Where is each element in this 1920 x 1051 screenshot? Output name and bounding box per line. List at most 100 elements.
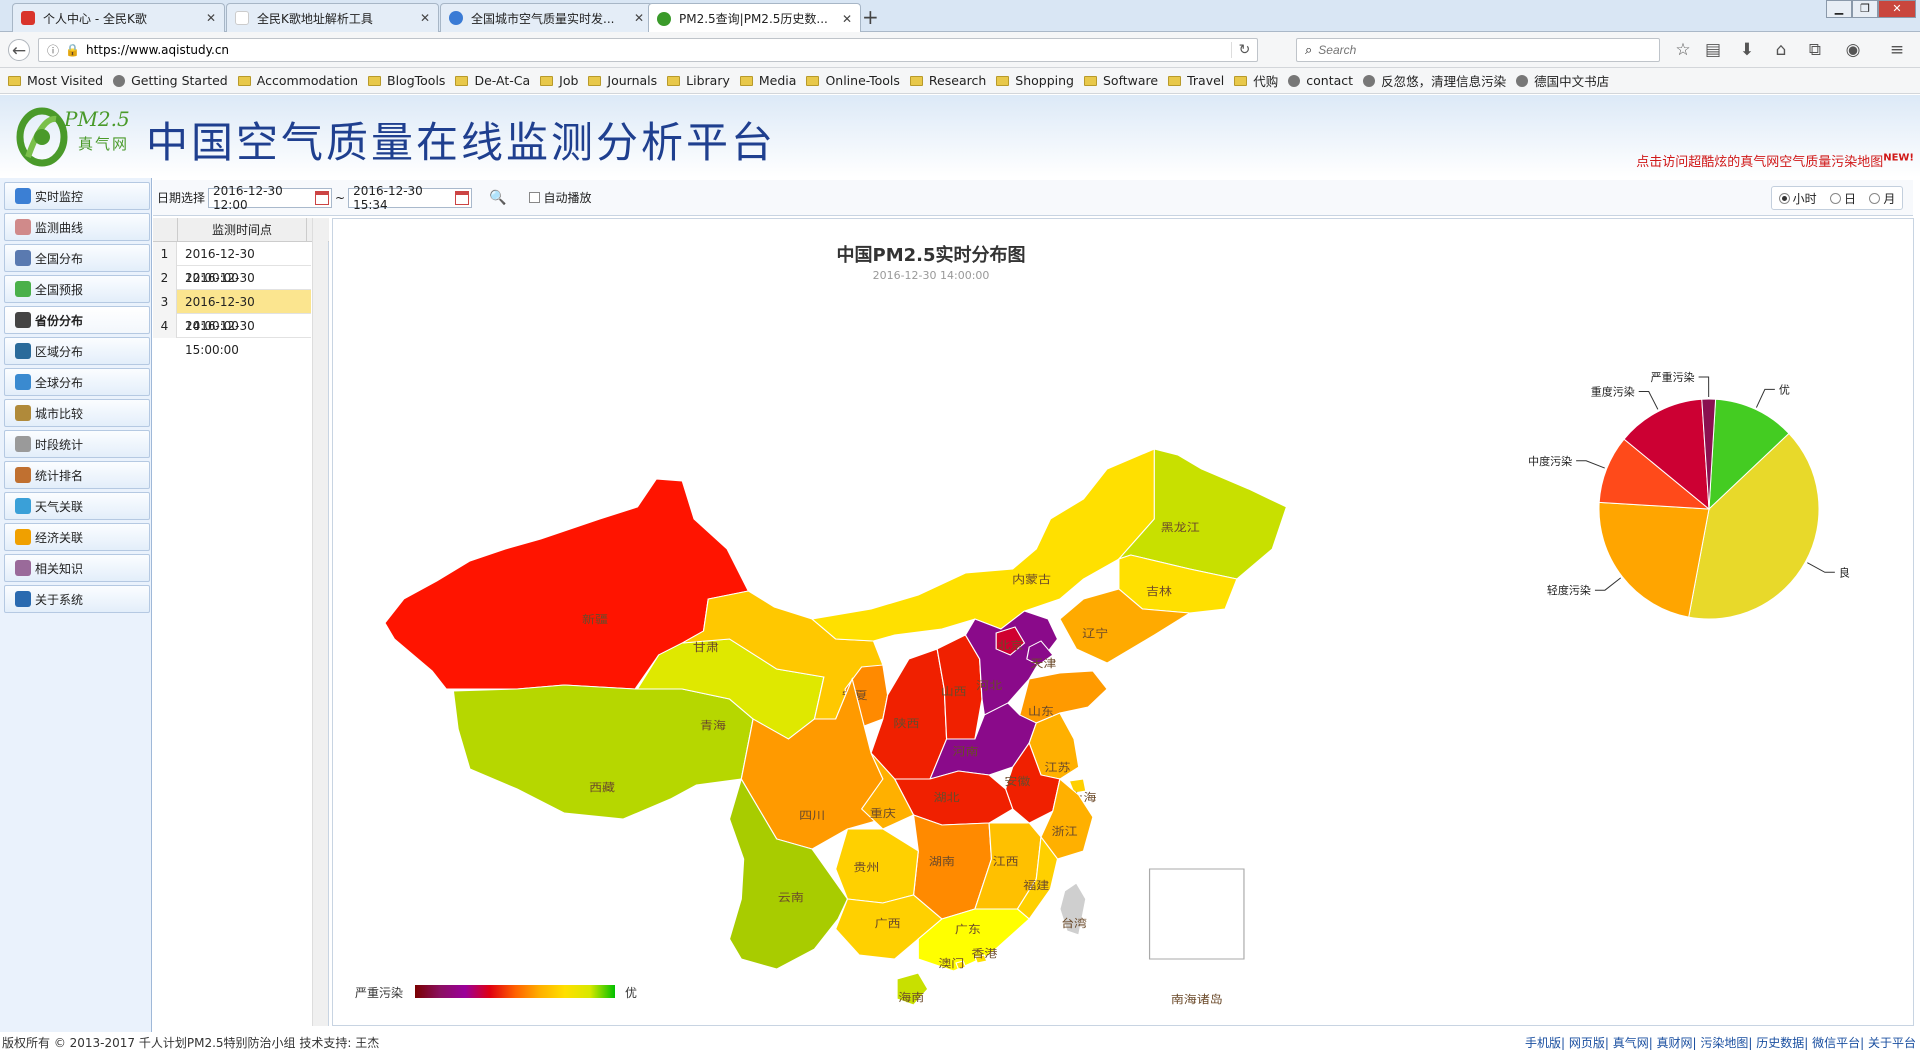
search-input[interactable] xyxy=(1318,43,1659,57)
clock-icon xyxy=(15,436,31,452)
window-close-icon[interactable]: ✕ xyxy=(1878,0,1916,18)
bookmark-item[interactable]: BlogTools xyxy=(368,73,445,88)
period-radio-month[interactable]: 月 xyxy=(1869,190,1895,207)
bookmark-item[interactable]: Library xyxy=(667,73,730,88)
menu-item-label: 时段统计 xyxy=(35,437,84,452)
menu-item-province[interactable]: 省份分布 xyxy=(4,306,150,334)
menu-item-ranking[interactable]: 统计排名 xyxy=(4,461,150,489)
browser-tab-active[interactable]: PM2.5查询|PM2.5历史数... ✕ xyxy=(648,3,861,33)
bookmark-item[interactable]: Travel xyxy=(1168,73,1224,88)
tab-close-icon[interactable]: ✕ xyxy=(634,11,644,25)
menu-item-china-map[interactable]: 全国分布 xyxy=(4,244,150,272)
bookmark-star-icon[interactable]: ☆ xyxy=(1672,39,1694,61)
reading-list-icon[interactable]: ▤ xyxy=(1702,39,1724,61)
bookmark-item[interactable]: Getting Started xyxy=(113,73,228,88)
folder-icon xyxy=(996,75,1010,86)
home-icon[interactable]: ⌂ xyxy=(1770,39,1792,61)
download-icon[interactable]: ⬇ xyxy=(1736,39,1758,61)
footer-links[interactable]: 手机版| 网页版| 真气网| 真财网| 污染地图| 历史数据| 微信平台| 关于… xyxy=(1525,1034,1916,1051)
menu-item-region[interactable]: 区域分布 xyxy=(4,337,150,365)
address-bar[interactable]: ⓘ 🔒 ↻ xyxy=(38,38,1258,62)
site-logo[interactable]: PM2.5 真气网 xyxy=(10,103,130,171)
minimize-icon[interactable]: ▁ xyxy=(1826,0,1852,18)
radio-button-icon[interactable] xyxy=(1778,192,1790,204)
bookmark-item[interactable]: Job xyxy=(540,73,578,88)
site-header: PM2.5 真气网 中国空气质量在线监测分析平台 点击访问超酷炫的真气网空气质量… xyxy=(0,95,1920,177)
radio-button-icon[interactable] xyxy=(1869,192,1881,204)
menu-item-monitor[interactable]: 实时监控 xyxy=(4,182,150,210)
menu-item-clock[interactable]: 时段统计 xyxy=(4,430,150,458)
menu-item-book[interactable]: 相关知识 xyxy=(4,554,150,582)
province-region[interactable] xyxy=(452,684,754,820)
back-arrow-icon[interactable]: ← xyxy=(8,39,30,61)
bookmark-item[interactable]: Research xyxy=(909,73,986,88)
reload-icon[interactable]: ↻ xyxy=(1231,42,1257,58)
translate-icon[interactable]: ⧉ xyxy=(1804,39,1826,61)
tab-close-icon[interactable]: ✕ xyxy=(206,11,216,25)
table-row[interactable]: 1 2016-12-30 12:00:00 xyxy=(153,242,311,285)
bookmark-item[interactable]: contact xyxy=(1288,73,1353,88)
end-date-input[interactable]: 2016-12-30 15:34 xyxy=(348,184,473,212)
radio-button-icon[interactable] xyxy=(1829,192,1841,204)
bookmark-item[interactable]: 反忽悠，清理信息污染 xyxy=(1363,71,1506,90)
tab-close-icon[interactable]: ✕ xyxy=(420,11,430,25)
bookmark-item[interactable]: 代购 xyxy=(1234,71,1278,90)
province-label: 湖北 xyxy=(934,790,960,804)
table-row[interactable]: 4 2016-12-30 15:00:00 xyxy=(153,314,311,357)
table-row-selected[interactable]: 3 2016-12-30 14:00:00 xyxy=(153,290,311,333)
period-radio-day[interactable]: 日 xyxy=(1829,190,1856,207)
start-date-input[interactable]: 2016-12-30 12:00 xyxy=(208,184,333,212)
province-label: 河北 xyxy=(976,679,1002,692)
bookmark-item[interactable]: De-At-Ca xyxy=(455,73,530,88)
bookmark-item[interactable]: Most Visited xyxy=(8,73,103,88)
bookmark-item[interactable]: Shopping xyxy=(996,73,1074,88)
menu-item-label: 全球分布 xyxy=(35,375,84,390)
calendar-icon[interactable] xyxy=(455,190,470,205)
menu-item-curve[interactable]: 监测曲线 xyxy=(4,213,150,241)
pollution-map-link[interactable]: 点击访问超酷炫的真气网空气质量污染地图NEW! xyxy=(1636,151,1914,170)
bookmark-item[interactable]: Software xyxy=(1083,73,1158,88)
search-icon: ⌕ xyxy=(1305,42,1313,58)
info-circle-icon[interactable]: ⓘ xyxy=(47,42,59,59)
search-bar[interactable]: ⌕ xyxy=(1296,38,1660,62)
maximize-icon[interactable]: ❐ xyxy=(1852,0,1878,18)
menu-item-economy[interactable]: 经济关联 xyxy=(4,523,150,551)
calendar-icon[interactable] xyxy=(315,190,330,205)
menu-item-forecast[interactable]: 全国预报 xyxy=(4,275,150,303)
color-legend-bar[interactable] xyxy=(415,985,615,998)
menu-item-info[interactable]: 关于系统 xyxy=(4,585,150,613)
bookmarks-toolbar: Most Visited Getting Started Accommodation… xyxy=(0,68,1920,94)
province-region[interactable] xyxy=(1148,868,1245,960)
browser-tab[interactable]: 个人中心 - 全民K歌 ✕ xyxy=(12,3,225,32)
bookmark-item[interactable]: Media xyxy=(739,73,796,88)
bookmark-item[interactable]: Journals xyxy=(588,73,657,88)
province-label: 澳门 xyxy=(938,956,964,970)
extension-icon[interactable]: ◉ xyxy=(1842,39,1864,61)
browser-tab[interactable]: 全民K歌地址解析工具 ✕ xyxy=(226,3,439,32)
browser-tab[interactable]: 全国城市空气质量实时发... ✕ xyxy=(440,3,653,32)
table-scrollbar[interactable] xyxy=(312,218,328,1026)
table-row[interactable]: 2 2016-12-30 13:00:00 xyxy=(153,266,311,309)
menu-item-weather[interactable]: 天气关联 xyxy=(4,492,150,520)
bookmark-item[interactable]: Accommodation xyxy=(237,73,358,88)
search-icon[interactable]: 🔍 xyxy=(489,190,506,206)
bookmark-item[interactable]: Online-Tools xyxy=(806,73,900,88)
folder-icon xyxy=(368,75,382,86)
url-input[interactable] xyxy=(85,43,1231,57)
bookmark-label: contact xyxy=(1306,73,1354,88)
tab-close-icon[interactable]: ✕ xyxy=(842,12,852,26)
book-icon xyxy=(15,560,31,576)
autoplay-checkbox[interactable] xyxy=(528,192,540,203)
tab-title: 个人中心 - 全民K歌 xyxy=(43,11,147,26)
period-radio-hour[interactable]: 小时 xyxy=(1778,190,1817,207)
menu-item-globe[interactable]: 全球分布 xyxy=(4,368,150,396)
lock-icon[interactable]: 🔒 xyxy=(65,43,80,57)
menu-item-city-compare[interactable]: 城市比较 xyxy=(4,399,150,427)
bookmark-item[interactable]: 德国中文书店 xyxy=(1516,71,1609,90)
globe-icon xyxy=(1516,74,1529,87)
aqi-level-pie-chart[interactable]: 优良轻度污染 中度污染 重度污染 严重污染 xyxy=(1529,359,1909,659)
new-tab-button[interactable]: + xyxy=(862,5,879,29)
menu-item-label: 区域分布 xyxy=(35,344,84,359)
pie-label-leader xyxy=(1594,577,1622,591)
hamburger-menu-icon[interactable]: ≡ xyxy=(1886,39,1908,61)
